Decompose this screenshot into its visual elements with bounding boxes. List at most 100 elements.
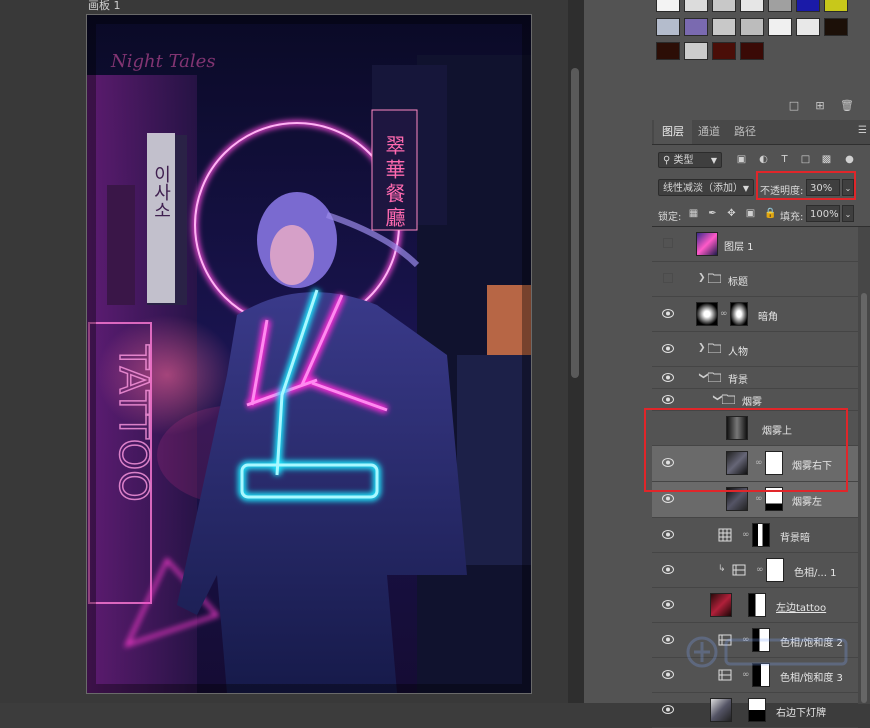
pattern-swatch[interactable] <box>712 42 736 60</box>
pattern-swatch[interactable] <box>768 18 792 36</box>
blend-mode-select[interactable]: 线性减淡（添加） ▼ <box>658 179 754 196</box>
pattern-swatch[interactable] <box>824 0 848 12</box>
tattoo-sign-text: TATTOO <box>110 344 156 502</box>
pattern-swatch[interactable] <box>656 18 680 36</box>
pattern-swatch[interactable] <box>684 0 708 12</box>
layer-kind-filter-select[interactable]: ⚲ 类型 ▼ <box>658 152 722 168</box>
canvas-scroll-thumb[interactable] <box>571 68 579 378</box>
eye-icon[interactable] <box>662 670 674 679</box>
type-filter-icon[interactable]: T <box>779 154 790 165</box>
fill-label: 填充: <box>780 212 804 223</box>
lock-artboard-icon[interactable]: ▣ <box>745 208 756 219</box>
lock-position-icon[interactable]: ✥ <box>726 208 737 219</box>
visibility-toggle-off[interactable] <box>663 273 673 283</box>
layer-row[interactable]: ❯ 标题 <box>652 262 858 297</box>
pattern-swatch[interactable] <box>656 0 680 12</box>
eye-icon[interactable] <box>662 494 674 503</box>
chevron-right-icon[interactable]: ❯ <box>698 342 708 354</box>
link-icon[interactable]: ∞ <box>755 493 763 505</box>
pattern-swatch[interactable] <box>656 42 680 60</box>
pattern-swatch[interactable] <box>796 18 820 36</box>
shape-filter-icon[interactable]: □ <box>800 154 811 165</box>
layer-row[interactable]: ↳ ∞ 色相/... 1 <box>652 553 858 588</box>
link-icon[interactable]: ∞ <box>742 529 750 541</box>
layer-row[interactable]: ∞ 暗角 <box>652 297 858 332</box>
pattern-swatch[interactable] <box>712 0 736 12</box>
visibility-toggle-off[interactable] <box>663 238 673 248</box>
lock-fill-row: 锁定: ▦ ✒ ✥ ▣ 🔒 填充: 100% ⌄ <box>652 204 870 224</box>
pattern-swatch[interactable] <box>796 0 820 12</box>
blend-opacity-row: 线性减淡（添加） ▼ 不透明度: 30% ⌄ <box>652 171 870 200</box>
eye-icon[interactable] <box>662 344 674 353</box>
artboard-image[interactable]: TATTOO 翠華餐廳 Night Tales 이사소 <box>86 14 532 694</box>
night-tales-sign: Night Tales <box>110 51 216 72</box>
pattern-swatch[interactable] <box>740 42 764 60</box>
filter-toggle-icon[interactable]: ● <box>844 154 855 165</box>
new-item-icon[interactable]: ⊞ <box>814 100 826 111</box>
pattern-swatch[interactable] <box>684 18 708 36</box>
lock-all-icon[interactable]: 🔒 <box>764 208 776 219</box>
tab-layers[interactable]: 图层 <box>654 120 692 144</box>
panel-dock-gap <box>584 0 652 703</box>
eye-icon[interactable] <box>662 635 674 644</box>
eye-icon[interactable] <box>662 530 674 539</box>
clipping-arrow-icon: ↳ <box>718 564 726 574</box>
grid-adjustment-icon <box>718 528 732 542</box>
layer-name: 烟雾左 <box>792 497 822 508</box>
layer-row[interactable]: 左边tattoo <box>652 588 858 623</box>
pattern-swatch[interactable] <box>824 18 848 36</box>
hangul-sign-text: 이사소 <box>151 165 172 219</box>
layer-name: 背景暗 <box>780 533 810 544</box>
chevron-down-icon: ▼ <box>710 156 717 165</box>
chevron-down-icon: ▼ <box>742 184 749 193</box>
tab-paths[interactable]: 路径 <box>726 120 764 144</box>
layer-name: 右边下灯牌 <box>776 708 826 719</box>
eye-icon[interactable] <box>662 600 674 609</box>
eye-icon[interactable] <box>662 309 674 318</box>
link-icon[interactable]: ∞ <box>756 564 764 576</box>
layer-mask-thumbnail[interactable] <box>752 523 770 547</box>
hue-saturation-icon <box>732 564 746 576</box>
folder-icon <box>708 273 721 283</box>
layer-row[interactable]: 图层 1 <box>652 227 858 262</box>
layer-filter-row: ⚲ 类型 ▼ ▣ ◐ T □ ▩ ● <box>652 150 870 172</box>
pattern-swatch[interactable] <box>768 0 792 12</box>
layers-scroll-thumb[interactable] <box>861 293 867 703</box>
eye-icon[interactable] <box>662 705 674 714</box>
fill-input[interactable]: 100% <box>806 205 840 222</box>
layer-row[interactable]: ❯ 背景 <box>652 367 858 389</box>
pixel-filter-icon[interactable]: ▣ <box>736 154 747 165</box>
lock-transparent-pixels-icon[interactable]: ▦ <box>688 208 699 219</box>
smoke-layers-annotation-box <box>644 408 848 492</box>
new-group-folder-icon[interactable]: □ <box>788 100 800 111</box>
folder-open-icon <box>708 372 721 382</box>
eye-icon[interactable] <box>662 373 674 382</box>
trash-icon[interactable]: 🗑 <box>840 100 854 111</box>
layer-row[interactable]: 右边下灯牌 <box>652 693 858 728</box>
chevron-right-icon[interactable]: ❯ <box>698 272 708 284</box>
pattern-swatch[interactable] <box>712 18 736 36</box>
pattern-swatch[interactable] <box>740 18 764 36</box>
panel-tabs: 图层 通道 路径 ☰ <box>652 120 870 145</box>
layer-name: 图层 1 <box>724 242 754 253</box>
pattern-swatch[interactable] <box>740 0 764 12</box>
layer-row[interactable]: ∞ 背景暗 <box>652 518 858 553</box>
pattern-swatch[interactable] <box>684 42 708 60</box>
link-icon[interactable]: ∞ <box>720 308 728 320</box>
layer-mask-thumbnail[interactable] <box>748 593 766 617</box>
layer-mask-thumbnail[interactable] <box>730 302 748 326</box>
adjustment-filter-icon[interactable]: ◐ <box>758 154 769 165</box>
panel-menu-icon[interactable]: ☰ <box>858 126 868 136</box>
search-icon: ⚲ <box>663 155 671 166</box>
layer-mask-thumbnail[interactable] <box>748 698 766 722</box>
tab-channels[interactable]: 通道 <box>690 120 728 144</box>
layer-row[interactable]: ❯ 人物 <box>652 332 858 367</box>
document-canvas-area[interactable]: 画板 1 TATTOO 翠華餐廳 Night Tales 이사소 <box>0 0 568 703</box>
eye-icon[interactable] <box>662 395 674 404</box>
smart-object-filter-icon[interactable]: ▩ <box>821 154 832 165</box>
lock-image-pixels-icon[interactable]: ✒ <box>707 208 718 219</box>
layer-name: 背景 <box>728 375 748 386</box>
layer-mask-thumbnail[interactable] <box>766 558 784 582</box>
fill-slider-toggle[interactable]: ⌄ <box>842 205 854 222</box>
eye-icon[interactable] <box>662 565 674 574</box>
